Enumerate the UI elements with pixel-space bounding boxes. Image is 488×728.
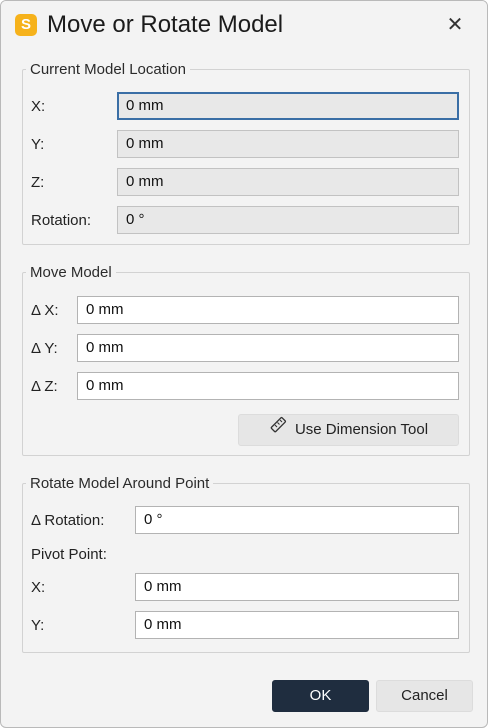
z-label: Z: bbox=[31, 174, 45, 191]
current-z-field[interactable]: 0 mm bbox=[117, 168, 459, 196]
app-icon: S bbox=[15, 14, 37, 36]
pivot-y-input[interactable]: 0 mm bbox=[135, 611, 459, 639]
delta-z-label: Δ Z: bbox=[31, 378, 58, 395]
move-model-legend: Move Model bbox=[30, 264, 112, 281]
delta-z-input[interactable]: 0 mm bbox=[77, 372, 459, 400]
delta-y-input[interactable]: 0 mm bbox=[77, 334, 459, 362]
delta-x-input[interactable]: 0 mm bbox=[77, 296, 459, 324]
use-dimension-tool-button[interactable]: Use Dimension Tool bbox=[238, 414, 459, 446]
title-bar: S Move or Rotate Model ✕ bbox=[1, 1, 487, 49]
cancel-button[interactable]: Cancel bbox=[376, 680, 473, 712]
dialog-title: Move or Rotate Model bbox=[47, 11, 284, 38]
pivot-x-input[interactable]: 0 mm bbox=[135, 573, 459, 601]
pivot-x-label: X: bbox=[31, 579, 46, 596]
delta-x-label: Δ X: bbox=[31, 302, 59, 319]
rotate-model-legend: Rotate Model Around Point bbox=[30, 475, 210, 492]
close-icon[interactable]: ✕ bbox=[441, 11, 469, 39]
ok-button[interactable]: OK bbox=[272, 680, 369, 712]
move-rotate-dialog: S Move or Rotate Model ✕ Current Model L… bbox=[0, 0, 488, 728]
delta-rotation-label: Δ Rotation: bbox=[31, 512, 105, 529]
rotation-label: Rotation: bbox=[31, 212, 92, 229]
delta-y-label: Δ Y: bbox=[31, 340, 58, 357]
current-location-legend: Current Model Location bbox=[30, 61, 186, 78]
current-rotation-field[interactable]: 0 ° bbox=[117, 206, 459, 234]
pivot-point-label: Pivot Point: bbox=[31, 546, 107, 563]
current-y-field[interactable]: 0 mm bbox=[117, 130, 459, 158]
delta-rotation-input[interactable]: 0 ° bbox=[135, 506, 459, 534]
pivot-y-label: Y: bbox=[31, 617, 45, 634]
use-dimension-tool-label: Use Dimension Tool bbox=[294, 421, 429, 439]
y-label: Y: bbox=[31, 136, 45, 153]
x-label: X: bbox=[31, 98, 46, 115]
ruler-icon bbox=[269, 415, 287, 445]
current-x-field[interactable]: 0 mm bbox=[117, 92, 459, 120]
